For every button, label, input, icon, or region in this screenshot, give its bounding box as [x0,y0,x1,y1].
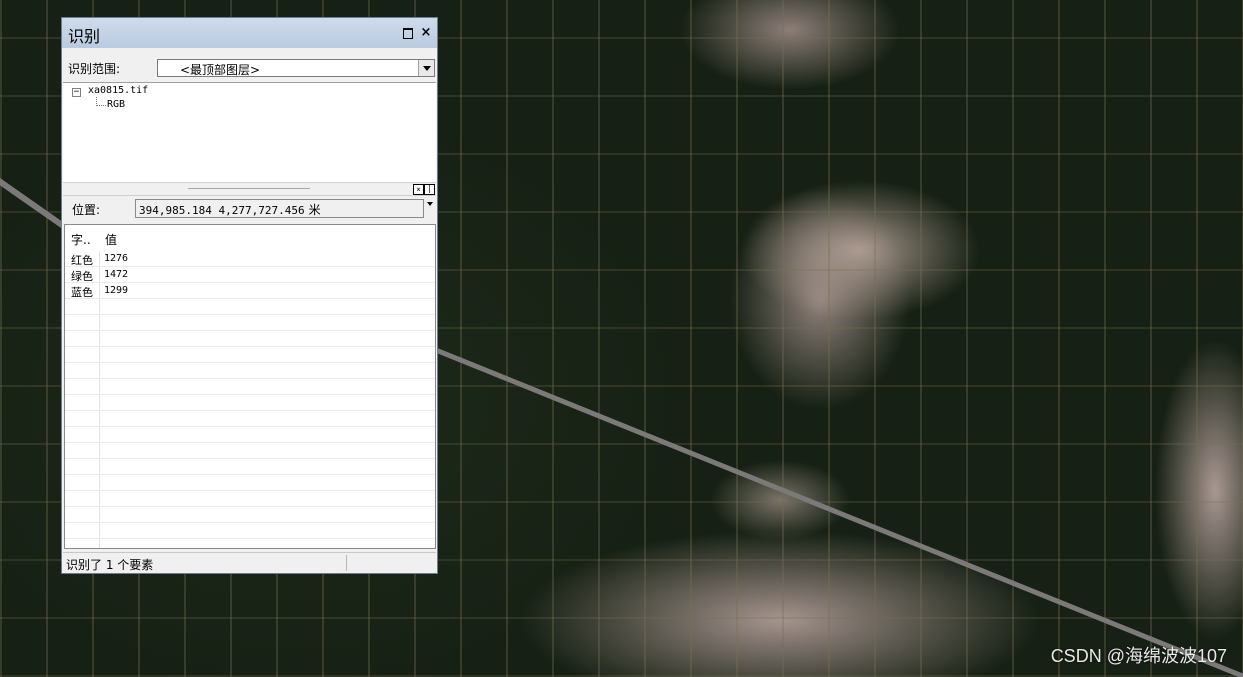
table-header: 字.. 值 [65,225,435,251]
empty-table-row [65,491,435,507]
empty-table-row [65,443,435,459]
collapse-icon[interactable]: − [72,88,81,97]
empty-table-row [65,507,435,523]
field-name: 蓝色 [71,286,93,299]
position-unit: 米 [308,203,321,217]
empty-table-row [65,523,435,539]
empty-table-row [65,363,435,379]
field-name: 红色 [71,254,93,267]
tree-node-rgb[interactable]: RGB [107,99,125,110]
empty-table-row [65,299,435,315]
status-text: 识别了 1 个要素 [66,558,154,572]
empty-table-row [65,475,435,491]
table-rows: 红色 1276 绿色 1472 蓝色 1299 [65,251,435,539]
identify-window: 识别 × 识别范围: <最顶部图层> − xa0815.tif RGB ⌅ | … [61,17,438,574]
field-value: 1276 [104,253,129,264]
column-header-value[interactable]: 值 [105,231,117,248]
attribute-table: 字.. 值 红色 1276 绿色 1472 蓝色 1299 [64,224,436,549]
position-field[interactable]: 394,985.184 4,277,727.456 米 [135,199,424,218]
empty-table-row [65,331,435,347]
panel-splitter[interactable]: ⌅ | [63,182,436,196]
watermark: CSDN @海绵波波107 [1050,646,1227,666]
status-bar: 识别了 1 个要素 [63,552,436,573]
field-value: 1472 [104,269,129,280]
tree-node-raster[interactable]: xa0815.tif [88,85,148,96]
empty-table-row [65,315,435,331]
scope-selected-value: <最顶部图层> [180,63,261,77]
title-bar[interactable]: 识别 × [62,18,437,48]
position-value: 394,985.184 4,277,727.456 [139,204,305,217]
splitter-grip[interactable] [188,188,310,190]
table-row[interactable]: 蓝色 1299 [65,283,435,299]
field-name: 绿色 [71,270,93,283]
column-header-field[interactable]: 字.. [71,231,91,248]
position-menu-arrow-icon[interactable] [426,201,434,209]
empty-table-row [65,347,435,363]
empty-table-row [65,395,435,411]
tree-connector [96,105,106,106]
table-row[interactable]: 绿色 1472 [65,267,435,283]
collapse-up-button[interactable]: ⌅ [413,184,424,195]
empty-table-row [65,427,435,443]
layout-toggle-button[interactable]: | [424,184,435,195]
status-divider [346,555,347,571]
scope-label: 识别范围: [68,62,121,76]
dropdown-arrow-icon[interactable] [418,60,434,76]
close-button[interactable]: × [419,26,433,40]
window-title: 识别 [68,27,101,46]
empty-table-row [65,411,435,427]
empty-table-row [65,459,435,475]
table-row[interactable]: 红色 1276 [65,251,435,267]
scope-dropdown[interactable]: <最顶部图层> [157,59,435,77]
empty-table-row [65,379,435,395]
position-label: 位置: [72,203,101,217]
field-value: 1299 [104,285,129,296]
maximize-button[interactable] [401,26,415,40]
layer-tree: − xa0815.tif RGB [63,82,436,183]
maximize-icon [403,28,413,39]
